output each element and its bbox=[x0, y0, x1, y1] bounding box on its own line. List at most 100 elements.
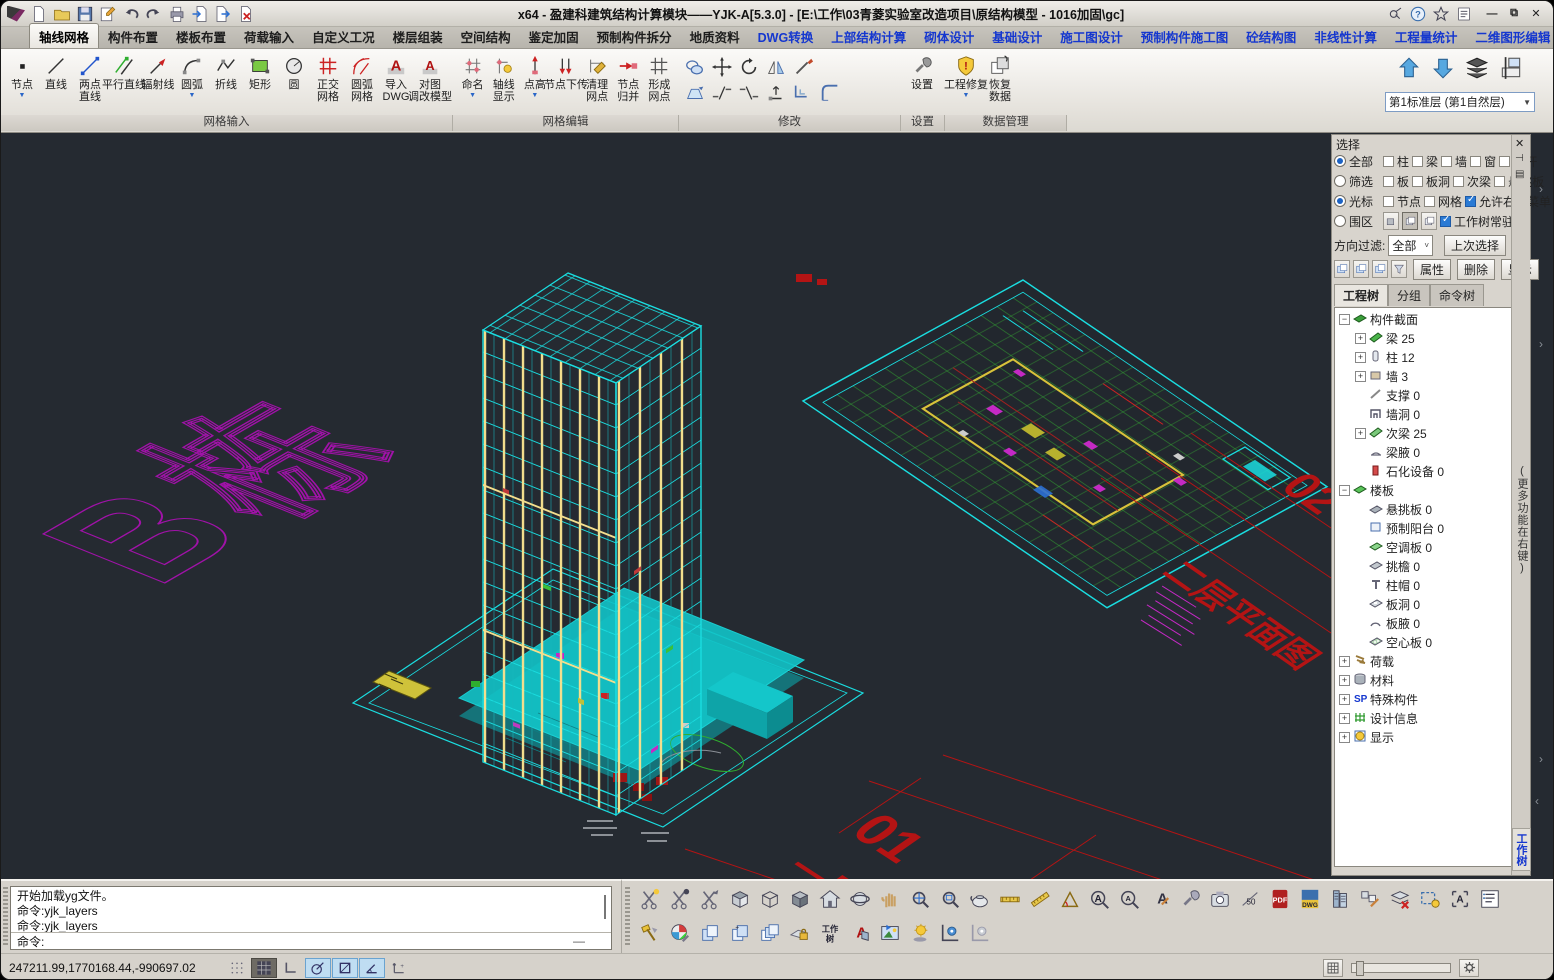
view-hidden-button[interactable] bbox=[756, 886, 783, 912]
command-scrollbar[interactable] bbox=[604, 895, 606, 919]
command-input[interactable]: 命令: bbox=[11, 932, 611, 949]
tree-expand-toggle[interactable]: + bbox=[1339, 732, 1350, 743]
checkbox-工作树常驻[interactable] bbox=[1440, 216, 1451, 227]
tree-item-梁[interactable]: +梁 25 bbox=[1335, 329, 1511, 348]
select-window-icon[interactable] bbox=[1402, 212, 1418, 230]
command-collapse-button[interactable]: — bbox=[573, 938, 589, 946]
plot-gear-on-button[interactable] bbox=[936, 920, 963, 946]
collapse-chevron[interactable]: › bbox=[1539, 337, 1543, 351]
view-home-button[interactable] bbox=[816, 886, 843, 912]
floor-up-button[interactable] bbox=[1396, 55, 1422, 86]
radio-筛选[interactable] bbox=[1334, 175, 1346, 187]
help-icon[interactable]: ? bbox=[1409, 5, 1427, 23]
import-doc-button[interactable] bbox=[190, 5, 210, 23]
tab-DWG转换[interactable]: DWG转换 bbox=[749, 24, 823, 48]
checkbox-斜杆[interactable] bbox=[1499, 156, 1510, 167]
chevron-down-icon[interactable]: ▼ bbox=[189, 92, 196, 99]
ribbon-button-折线[interactable]: 折线 bbox=[209, 51, 243, 91]
ribbon-button-矩形[interactable]: 矩形 bbox=[243, 51, 277, 91]
checkbox-节点[interactable] bbox=[1383, 196, 1394, 207]
zoom-slider-thumb[interactable] bbox=[1356, 961, 1364, 976]
undo-button[interactable] bbox=[121, 5, 141, 23]
tree-item-板洞[interactable]: 板洞 0 bbox=[1335, 595, 1511, 614]
tree-item-预制阳台[interactable]: 预制阳台 0 bbox=[1335, 519, 1511, 538]
ribbon-button-命名[interactable]: 命名▼ bbox=[457, 51, 488, 99]
building-view-button[interactable] bbox=[1326, 886, 1353, 912]
ribbon-button-工程修复[interactable]: !工程修复▼ bbox=[949, 51, 983, 99]
tree-item-特殊构件[interactable]: +SP特殊构件 bbox=[1335, 690, 1511, 709]
floor-selector[interactable]: 第1标准层 (第1自然层) ▼ bbox=[1385, 92, 1535, 112]
grid-solid-toggle[interactable] bbox=[251, 958, 277, 978]
pan-button[interactable] bbox=[876, 886, 903, 912]
checkbox-次梁[interactable] bbox=[1453, 176, 1464, 187]
favorites-icon[interactable] bbox=[1432, 5, 1450, 23]
tab-砼结构图[interactable]: 砼结构图 bbox=[1237, 24, 1305, 48]
command-panel-grip[interactable] bbox=[3, 887, 8, 947]
ribbon-button-圆弧网格[interactable]: 圆弧网格 bbox=[345, 51, 379, 103]
tree-expand-toggle[interactable]: + bbox=[1355, 428, 1366, 439]
tab-轴线网格[interactable]: 轴线网格 bbox=[29, 23, 99, 48]
export-dwg-button[interactable]: DWG bbox=[1296, 886, 1323, 912]
tree-item-空调板[interactable]: 空调板 0 bbox=[1335, 538, 1511, 557]
move-button[interactable] bbox=[710, 55, 734, 79]
polar-toggle[interactable] bbox=[305, 958, 331, 978]
measure-dist-button[interactable] bbox=[996, 886, 1023, 912]
tab-非线性计算[interactable]: 非线性计算 bbox=[1305, 24, 1386, 48]
tab-工程量统计[interactable]: 工程量统计 bbox=[1386, 24, 1467, 48]
radio-全部[interactable] bbox=[1334, 155, 1346, 167]
ribbon-button-圆弧[interactable]: 圆弧▼ bbox=[175, 51, 209, 99]
ribbon-button-节点[interactable]: 节点▼ bbox=[5, 51, 39, 99]
tree-item-显示[interactable]: +显示 bbox=[1335, 728, 1511, 747]
tab-鉴定加固[interactable]: 鉴定加固 bbox=[520, 24, 588, 48]
floor-down-button[interactable] bbox=[1430, 55, 1456, 86]
ribbon-button-轴线显示[interactable]: 轴线显示 bbox=[488, 51, 519, 103]
minimize-button[interactable]: — bbox=[1481, 6, 1503, 22]
text-style-button[interactable]: A bbox=[1146, 886, 1173, 912]
tree-expand-toggle[interactable]: + bbox=[1355, 352, 1366, 363]
text-shrink-button[interactable]: A bbox=[1116, 886, 1143, 912]
snapshot-button[interactable] bbox=[1206, 886, 1233, 912]
checkbox-板洞[interactable] bbox=[1412, 176, 1423, 187]
brk1-button[interactable] bbox=[710, 81, 734, 105]
radio-围区[interactable] bbox=[1334, 215, 1346, 227]
layer-delete-button[interactable] bbox=[1386, 886, 1413, 912]
tab-荷载输入[interactable]: 荷载输入 bbox=[235, 24, 303, 48]
checkbox-网格[interactable] bbox=[1424, 196, 1435, 207]
checkbox-悬挑板[interactable] bbox=[1494, 176, 1505, 187]
tree-item-楼板[interactable]: −楼板 bbox=[1335, 481, 1511, 500]
tab-基础设计[interactable]: 基础设计 bbox=[983, 24, 1051, 48]
copy-page-1-button[interactable] bbox=[696, 920, 723, 946]
tree-expand-toggle[interactable]: + bbox=[1355, 371, 1366, 382]
zoom-window-button[interactable] bbox=[936, 886, 963, 912]
export-pdf-button[interactable]: PDF bbox=[1266, 886, 1293, 912]
panel-tab-命令树[interactable]: 命令树 bbox=[1430, 284, 1484, 306]
tab-二维图形编辑[interactable]: 二维图形编辑 bbox=[1466, 24, 1554, 48]
text-enlarge-button[interactable]: A bbox=[1086, 886, 1113, 912]
tree-item-石化设备[interactable]: 石化设备 0 bbox=[1335, 462, 1511, 481]
drawing-canvas[interactable]: B栋 02 二层平面图 bbox=[1, 133, 1554, 879]
checkbox-窗[interactable] bbox=[1470, 156, 1481, 167]
copy-button[interactable] bbox=[683, 55, 707, 79]
filter-funnel-icon[interactable] bbox=[1391, 260, 1407, 278]
tab-预制构件施工图[interactable]: 预制构件施工图 bbox=[1132, 24, 1238, 48]
direction-filter-dropdown[interactable]: 全部 ˅ bbox=[1388, 235, 1433, 256]
tree-item-墙洞[interactable]: 墙洞 0 bbox=[1335, 405, 1511, 424]
tab-构件布置[interactable]: 构件布置 bbox=[99, 24, 167, 48]
tab-空间结构[interactable]: 空间结构 bbox=[452, 24, 520, 48]
checkbox-板[interactable] bbox=[1383, 176, 1394, 187]
plot-gear-off-button[interactable] bbox=[966, 920, 993, 946]
panel-pin-icon[interactable]: ⊣ bbox=[1515, 153, 1524, 164]
ribbon-button-对图调改模型[interactable]: A对图调改模型 bbox=[413, 51, 447, 103]
orbit-button[interactable] bbox=[846, 886, 873, 912]
panel-tab-分组[interactable]: 分组 bbox=[1388, 284, 1430, 306]
collapse-chevron[interactable]: ‹ bbox=[1535, 794, 1539, 808]
ortho-toggle[interactable] bbox=[278, 958, 304, 978]
color-settings-button[interactable] bbox=[666, 920, 693, 946]
worktree-side-tab[interactable]: 工作树 bbox=[1512, 828, 1531, 871]
zoom-extents-button[interactable] bbox=[906, 886, 933, 912]
tree-item-空心板[interactable]: 空心板 0 bbox=[1335, 633, 1511, 652]
tree-item-材料[interactable]: +材料 bbox=[1335, 671, 1511, 690]
tree-expand-toggle[interactable]: + bbox=[1339, 694, 1350, 705]
license-icon[interactable] bbox=[1386, 5, 1404, 23]
cut-night-button[interactable] bbox=[666, 886, 693, 912]
